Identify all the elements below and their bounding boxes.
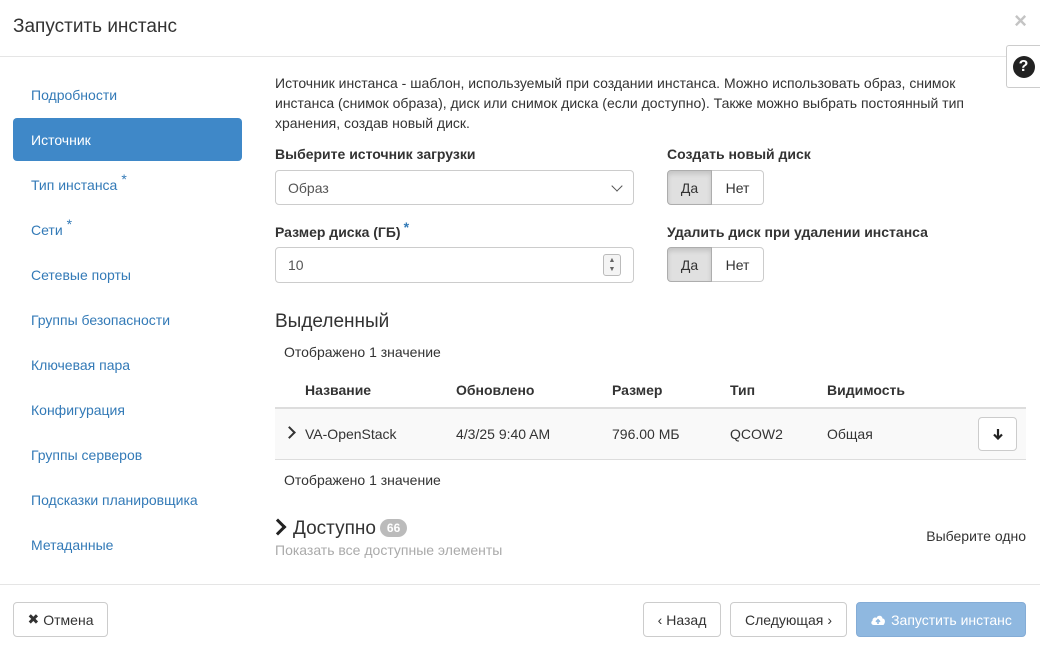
create-volume-no[interactable]: Нет	[712, 170, 764, 205]
create-volume-label: Создать новый диск	[667, 146, 811, 162]
row-updated: 4/3/25 9:40 AM	[456, 426, 551, 442]
deallocate-button[interactable]	[978, 417, 1017, 451]
required-icon: *	[121, 170, 127, 187]
select-one-hint: Выберите одно	[926, 528, 1026, 544]
sidebar-item-scheduler-hints[interactable]: Подсказки планировщика	[13, 478, 242, 521]
sidebar-item-label: Группы серверов	[31, 446, 143, 463]
launch-label: Запустить инстанс	[891, 611, 1012, 628]
allocated-title: Выделенный	[275, 311, 390, 332]
chevron-right-icon[interactable]	[269, 518, 287, 536]
arrow-down-icon	[992, 429, 1003, 440]
launch-instance-button[interactable]: Запустить инстанс	[856, 602, 1026, 637]
chevron-right-icon[interactable]	[283, 426, 296, 439]
allocated-table: Название Обновлено Размер Тип Видимость …	[275, 372, 1026, 460]
next-label: Следующая	[745, 611, 824, 628]
sidebar-item-label: Конфигурация	[31, 401, 125, 418]
volume-size-value: 10	[288, 257, 304, 273]
volume-size-label-text: Размер диска (ГБ)	[275, 224, 401, 240]
column-header-size[interactable]: Размер	[612, 382, 662, 398]
sidebar-item-label: Ключевая пара	[31, 356, 131, 373]
sidebar-item-configuration[interactable]: Конфигурация	[13, 388, 242, 431]
create-volume-toggle: Да Нет	[667, 170, 764, 205]
sidebar-item-label: Метаданные	[31, 536, 114, 553]
sidebar-item-label: Подробности	[31, 86, 118, 103]
sidebar-item-label: Сетевые порты	[31, 266, 131, 283]
boot-source-select[interactable]: Образ	[275, 170, 634, 205]
modal-header: Запустить инстанс ×	[0, 0, 1040, 57]
column-header-visibility[interactable]: Видимость	[827, 382, 905, 398]
sidebar-item-label: Сети	[31, 221, 63, 238]
row-name: VA-OpenStack	[305, 426, 397, 442]
sidebar-item-metadata[interactable]: Метаданные	[13, 523, 242, 566]
available-title-text: Доступно	[293, 518, 376, 539]
source-panel: Источник инстанса - шаблон, используемый…	[275, 73, 1025, 133]
spinner-up-icon: ▲	[608, 257, 616, 264]
intro-text: Источник инстанса - шаблон, используемый…	[275, 75, 964, 131]
column-header-updated[interactable]: Обновлено	[456, 382, 534, 398]
modal-title: Запустить инстанс	[13, 16, 177, 37]
required-icon: *	[66, 215, 73, 232]
available-subtitle: Показать все доступные элементы	[275, 542, 503, 558]
boot-source-value: Образ	[288, 179, 329, 196]
delete-volume-label: Удалить диск при удалении инстанса	[667, 224, 928, 240]
table-header: Название Обновлено Размер Тип Видимость	[275, 372, 1026, 409]
chevron-right-icon: ›	[827, 611, 832, 628]
close-icon[interactable]: ×	[1014, 10, 1027, 32]
delete-volume-no[interactable]: Нет	[712, 247, 764, 282]
available-title[interactable]: Доступно 66	[293, 518, 408, 540]
column-header-type[interactable]: Тип	[730, 382, 755, 398]
chevron-left-icon: ‹	[657, 611, 663, 628]
sidebar-item-label: Тип инстанса	[31, 176, 118, 193]
sidebar-item-networks[interactable]: Сети *	[13, 208, 242, 251]
row-visibility: Общая	[827, 426, 873, 442]
wizard-sidebar: Подробности Источник Тип инстанса * Сети *…	[13, 73, 242, 568]
spinner-down-icon: ▼	[608, 266, 616, 273]
chevron-down-icon	[611, 179, 623, 192]
sidebar-item-details[interactable]: Подробности	[13, 73, 242, 116]
create-volume-yes[interactable]: Да	[667, 170, 712, 205]
available-count-badge: 66	[379, 519, 408, 537]
row-size: 796.00 МБ	[612, 426, 680, 442]
sidebar-item-label: Источник	[31, 131, 91, 148]
number-spinner[interactable]: ▲ ▼	[603, 254, 621, 276]
sidebar-item-key-pair[interactable]: Ключевая пара	[13, 343, 242, 386]
sidebar-item-label: Группы безопасности	[31, 311, 171, 328]
column-header-name[interactable]: Название	[305, 382, 371, 398]
volume-size-label: Размер диска (ГБ) *	[275, 219, 409, 240]
sidebar-item-label: Подсказки планировщика	[31, 491, 198, 508]
back-label: Назад	[666, 611, 707, 628]
sidebar-item-server-groups[interactable]: Группы серверов	[13, 433, 242, 476]
delete-volume-yes[interactable]: Да	[667, 247, 712, 282]
next-button[interactable]: Следующая ›	[730, 602, 847, 637]
sidebar-item-source[interactable]: Источник	[13, 118, 242, 161]
volume-size-input[interactable]: 10 ▲ ▼	[275, 247, 634, 283]
cancel-label: Отмена	[43, 611, 94, 628]
required-icon: *	[403, 219, 410, 235]
sidebar-item-security-groups[interactable]: Группы безопасности	[13, 298, 242, 341]
close-icon: ✖	[27, 611, 40, 627]
allocated-count-top: Отображено 1 значение	[284, 344, 441, 360]
delete-volume-toggle: Да Нет	[667, 247, 764, 282]
table-row: VA-OpenStack 4/3/25 9:40 AM 796.00 МБ QC…	[275, 409, 1026, 460]
boot-source-label: Выберите источник загрузки	[275, 146, 476, 162]
back-button[interactable]: ‹ Назад	[643, 602, 721, 637]
sidebar-item-network-ports[interactable]: Сетевые порты	[13, 253, 242, 296]
cloud-upload-icon	[871, 615, 886, 625]
sidebar-item-flavor[interactable]: Тип инстанса *	[13, 163, 242, 206]
cancel-button[interactable]: ✖ Отмена	[13, 602, 108, 637]
allocated-count-bottom: Отображено 1 значение	[284, 472, 441, 488]
row-type: QCOW2	[730, 426, 783, 442]
